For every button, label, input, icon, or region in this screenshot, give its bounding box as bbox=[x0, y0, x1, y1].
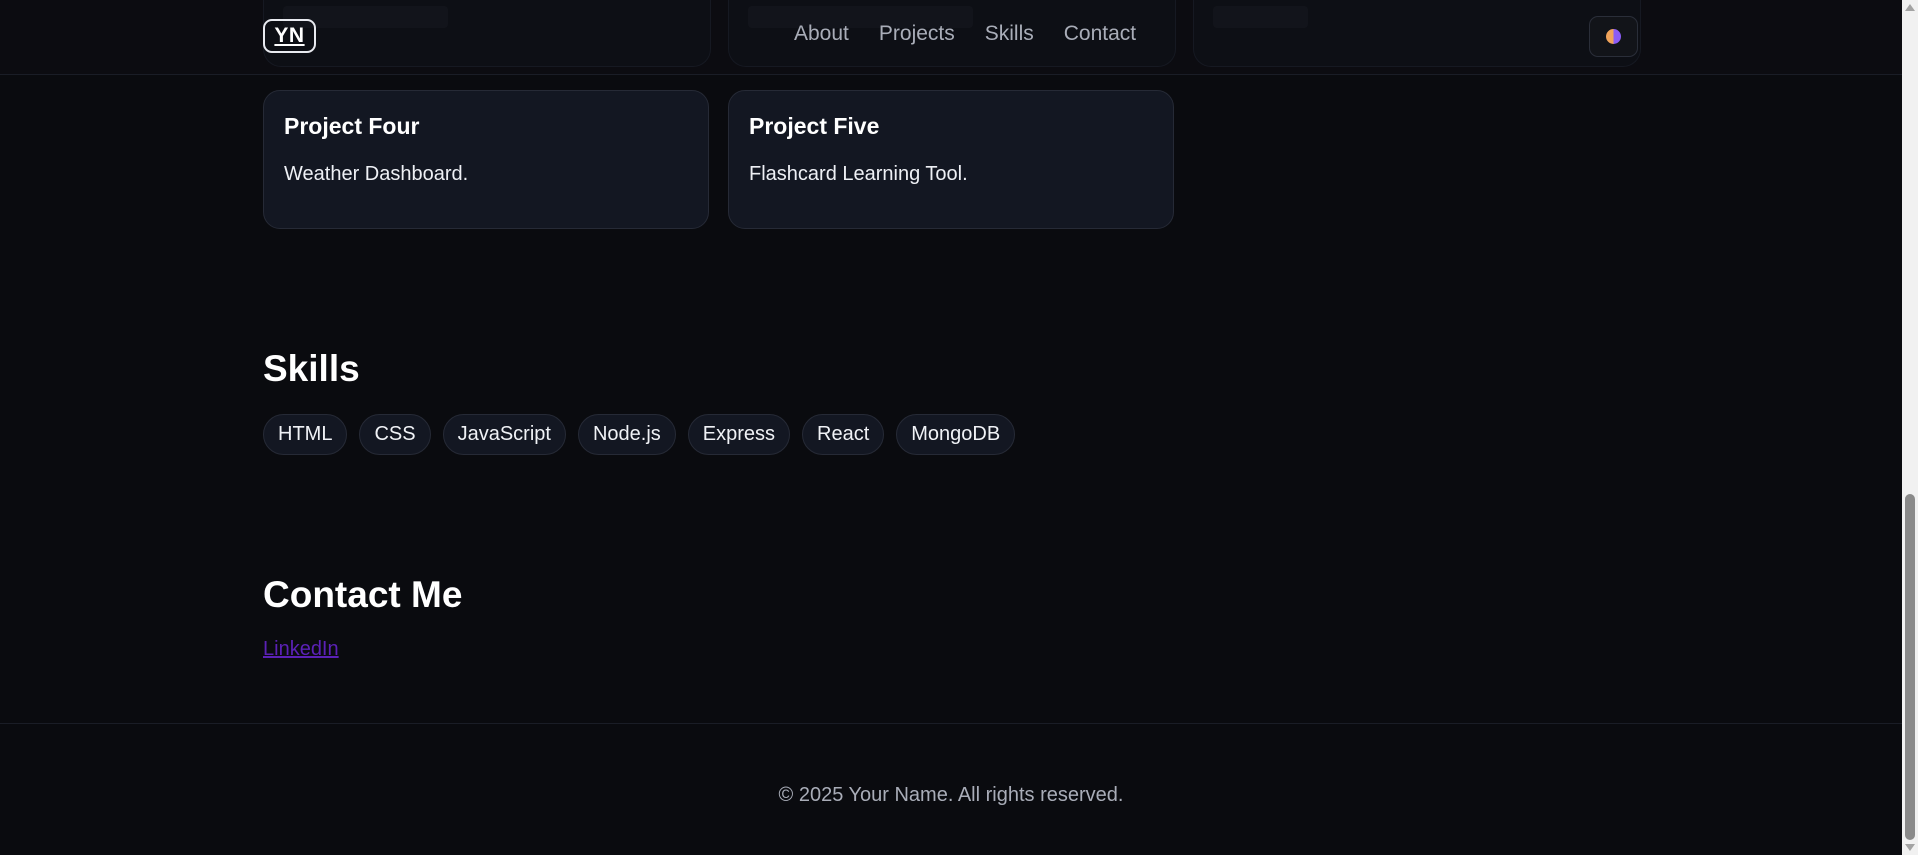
theme-toggle-button[interactable] bbox=[1589, 16, 1638, 57]
portfolio-page: Project Four Weather Dashboard. Project … bbox=[0, 0, 1918, 855]
footer-divider bbox=[0, 723, 1902, 724]
project-card[interactable]: Project Five Flashcard Learning Tool. bbox=[728, 90, 1174, 229]
theme-toggle-icon bbox=[1606, 29, 1621, 44]
skill-chip: HTML bbox=[263, 414, 348, 455]
linkedin-link[interactable]: LinkedIn bbox=[263, 638, 339, 661]
logo[interactable]: YN bbox=[263, 19, 316, 53]
skill-chip: React bbox=[802, 414, 885, 455]
skill-chip: JavaScript bbox=[442, 414, 566, 455]
nav-link-about[interactable]: About bbox=[794, 22, 849, 46]
site-header: YN About Projects Skills Contact bbox=[0, 0, 1902, 75]
nav-link-contact[interactable]: Contact bbox=[1064, 22, 1136, 46]
project-title: Project Four bbox=[284, 113, 420, 139]
project-title: Project Five bbox=[749, 113, 880, 139]
skill-chip: CSS bbox=[359, 414, 431, 455]
project-card[interactable]: Project Four Weather Dashboard. bbox=[263, 90, 709, 229]
scroll-up-arrow-icon[interactable] bbox=[1905, 4, 1915, 11]
skill-chip: MongoDB bbox=[896, 414, 1016, 455]
skill-chip: Express bbox=[687, 414, 791, 455]
skill-chip: Node.js bbox=[577, 414, 676, 455]
nav-link-projects[interactable]: Projects bbox=[879, 22, 955, 46]
contact-heading: Contact Me bbox=[263, 574, 463, 615]
project-description: Weather Dashboard. bbox=[284, 163, 469, 185]
scrolled-text-behind-header bbox=[1213, 6, 1308, 28]
footer-copyright: © 2025 Your Name. All rights reserved. bbox=[778, 784, 1124, 806]
skills-list: HTML CSS JavaScript Node.js Express Reac… bbox=[263, 414, 1016, 455]
main-nav: About Projects Skills Contact bbox=[794, 22, 1166, 46]
page-scrollbar[interactable] bbox=[1902, 0, 1918, 855]
scrollbar-thumb[interactable] bbox=[1905, 494, 1915, 840]
skills-heading: Skills bbox=[263, 348, 360, 389]
nav-link-skills[interactable]: Skills bbox=[985, 22, 1034, 46]
project-description: Flashcard Learning Tool. bbox=[749, 163, 968, 185]
scroll-down-arrow-icon[interactable] bbox=[1905, 844, 1915, 851]
